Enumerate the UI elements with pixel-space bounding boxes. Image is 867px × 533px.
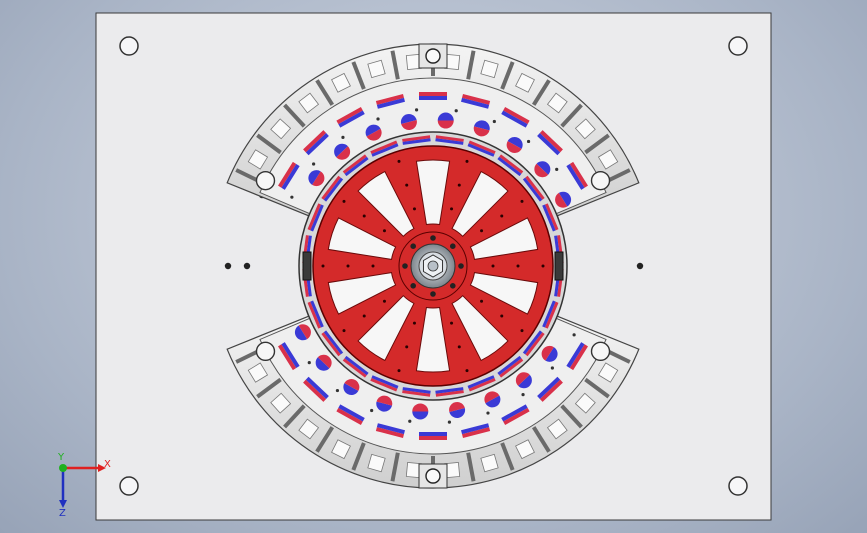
mount-hole bbox=[425, 48, 441, 64]
spoke-bolt bbox=[412, 321, 416, 325]
z-axis-label: Z bbox=[59, 508, 66, 519]
pin-hole bbox=[636, 262, 644, 270]
screw-dot bbox=[526, 139, 531, 144]
screw-dot bbox=[492, 119, 496, 124]
spoke-bolt bbox=[362, 214, 366, 218]
bracket-hole bbox=[255, 341, 276, 362]
magnet-bar bbox=[419, 92, 447, 100]
graphics-viewport[interactable]: X Y Z bbox=[0, 0, 867, 533]
pin-hole bbox=[224, 262, 232, 270]
mounting-hole bbox=[728, 36, 748, 56]
spoke-bolt bbox=[397, 159, 401, 163]
spoke-bolt bbox=[321, 264, 325, 268]
screw-dot bbox=[290, 195, 294, 199]
spoke-bolt bbox=[450, 207, 454, 211]
screw-dot bbox=[370, 408, 374, 413]
y-axis-point bbox=[59, 464, 67, 472]
side-clamp bbox=[554, 251, 564, 281]
hub-bolt bbox=[402, 263, 408, 269]
screw-dot bbox=[447, 420, 452, 424]
screw-dot bbox=[408, 419, 412, 423]
magnet-blue-half bbox=[419, 432, 447, 436]
screw-dot bbox=[376, 117, 380, 121]
spoke-bolt bbox=[362, 314, 366, 318]
spoke-bolt bbox=[480, 229, 484, 233]
spoke-bolt bbox=[500, 314, 504, 318]
model-canvas[interactable]: X Y Z bbox=[0, 0, 867, 533]
bracket-hole bbox=[255, 170, 276, 191]
hub-bolt bbox=[410, 282, 417, 289]
screw-dot bbox=[414, 108, 419, 112]
spoke-bolt bbox=[342, 329, 346, 333]
magnet-bar bbox=[419, 432, 447, 440]
spoke-bolt bbox=[520, 199, 524, 203]
screw-dot bbox=[454, 109, 458, 113]
side-clamp bbox=[302, 251, 312, 281]
spoke-bolt bbox=[405, 183, 409, 187]
mounting-hole bbox=[728, 476, 748, 496]
spoke-bolt bbox=[457, 345, 461, 349]
mount-hole bbox=[425, 468, 441, 484]
screw-dot bbox=[572, 333, 576, 337]
x-axis-label: X bbox=[104, 459, 111, 470]
mounting-hole bbox=[119, 36, 139, 56]
spoke-bolt bbox=[465, 159, 469, 163]
screw-dot bbox=[341, 135, 345, 139]
spoke-bolt bbox=[520, 329, 524, 333]
shaft bbox=[427, 260, 439, 272]
hub-bolt bbox=[430, 235, 436, 241]
round-magnet bbox=[437, 112, 454, 129]
spoke-bolt bbox=[342, 199, 346, 203]
z-axis-arrowhead bbox=[59, 500, 67, 508]
spoke-bolt bbox=[382, 229, 386, 233]
spoke-bolt bbox=[516, 264, 520, 268]
spoke-bolt bbox=[371, 264, 375, 268]
screw-dot bbox=[335, 388, 340, 393]
spoke-bolt bbox=[500, 214, 504, 218]
y-axis-label: Y bbox=[57, 452, 65, 463]
spoke-bolt bbox=[465, 369, 469, 373]
magnet-red-half bbox=[419, 92, 447, 96]
hub-bolt bbox=[449, 243, 456, 250]
magnet-red-half bbox=[419, 436, 447, 440]
magnet-blue-half bbox=[419, 96, 447, 100]
screw-dot bbox=[312, 162, 316, 166]
hub-bolt bbox=[410, 243, 417, 250]
screw-dot bbox=[550, 366, 554, 370]
spoke-bolt bbox=[405, 345, 409, 349]
screw-dot bbox=[521, 393, 525, 397]
spoke-bolt bbox=[397, 369, 401, 373]
spoke-bolt bbox=[491, 264, 495, 268]
spoke-bolt bbox=[457, 183, 461, 187]
spoke-bolt bbox=[541, 264, 545, 268]
hub-bolt bbox=[449, 282, 456, 289]
screw-dot bbox=[307, 361, 311, 365]
bracket-hole bbox=[590, 170, 611, 191]
spoke-bolt bbox=[412, 207, 416, 211]
pin-hole bbox=[243, 262, 251, 270]
spoke-bolt bbox=[382, 299, 386, 303]
mounting-hole bbox=[119, 476, 139, 496]
hub-bolt bbox=[430, 291, 436, 297]
spoke-bolt bbox=[480, 299, 484, 303]
screw-dot bbox=[555, 167, 559, 171]
spoke-bolt bbox=[346, 264, 350, 268]
round-magnet bbox=[412, 403, 429, 420]
hub-bolt bbox=[458, 263, 464, 269]
spoke-bolt bbox=[450, 321, 454, 325]
rotor-wheel[interactable] bbox=[298, 131, 568, 401]
screw-dot bbox=[486, 411, 490, 415]
bracket-hole bbox=[590, 341, 611, 362]
